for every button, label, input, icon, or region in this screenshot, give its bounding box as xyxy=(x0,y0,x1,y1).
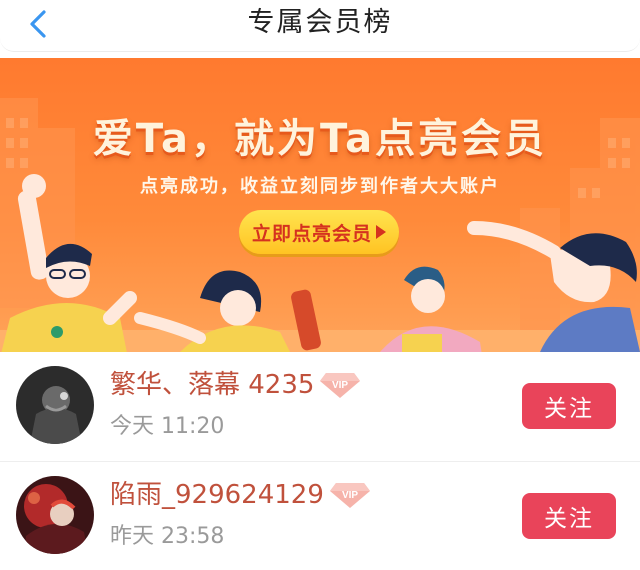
avatar[interactable] xyxy=(16,366,94,444)
member-name-text: 繁华、落幕 4235 xyxy=(110,370,315,400)
list-item[interactable]: 陷雨_929624129 VIP 昨天 23:58 关注 xyxy=(0,462,640,570)
member-name[interactable]: 陷雨_929624129 VIP xyxy=(110,476,370,514)
play-arrow-icon xyxy=(376,225,386,239)
cta-label: 立即点亮会员 xyxy=(251,222,372,245)
top-nav-bar: 专属会员榜 xyxy=(0,0,640,52)
vip-badge-label: VIP xyxy=(332,380,348,391)
member-name-text: 陷雨_929624129 xyxy=(110,480,324,510)
light-up-membership-button[interactable]: 立即点亮会员 xyxy=(239,210,399,254)
banner-headline: 爱Ta，就为Ta点亮会员 xyxy=(92,116,548,162)
vip-badge-label: VIP xyxy=(342,490,358,501)
avatar-red xyxy=(16,476,94,554)
follow-button[interactable]: 关注 xyxy=(522,383,616,429)
vip-gem-icon: VIP xyxy=(329,483,370,508)
banner-illustration xyxy=(0,98,640,352)
page-title: 专属会员榜 xyxy=(247,7,393,38)
member-name[interactable]: 繁华、落幕 4235 VIP xyxy=(110,366,361,404)
list-item[interactable]: 繁华、落幕 4235 VIP 今天 11:20 关注 xyxy=(0,352,640,462)
banner-subtitle: 点亮成功，收益立刻同步到作者大大账户 xyxy=(140,176,500,197)
member-time: 昨天 23:58 xyxy=(110,524,225,549)
follow-button[interactable]: 关注 xyxy=(522,493,616,539)
avatar[interactable] xyxy=(16,476,94,554)
member-time: 今天 11:20 xyxy=(110,414,225,439)
promo-banner[interactable]: 爱Ta，就为Ta点亮会员 点亮成功，收益立刻同步到作者大大账户 立即点亮会员 xyxy=(0,58,640,352)
vip-gem-icon: VIP xyxy=(320,373,361,398)
avatar-dark xyxy=(16,366,94,444)
